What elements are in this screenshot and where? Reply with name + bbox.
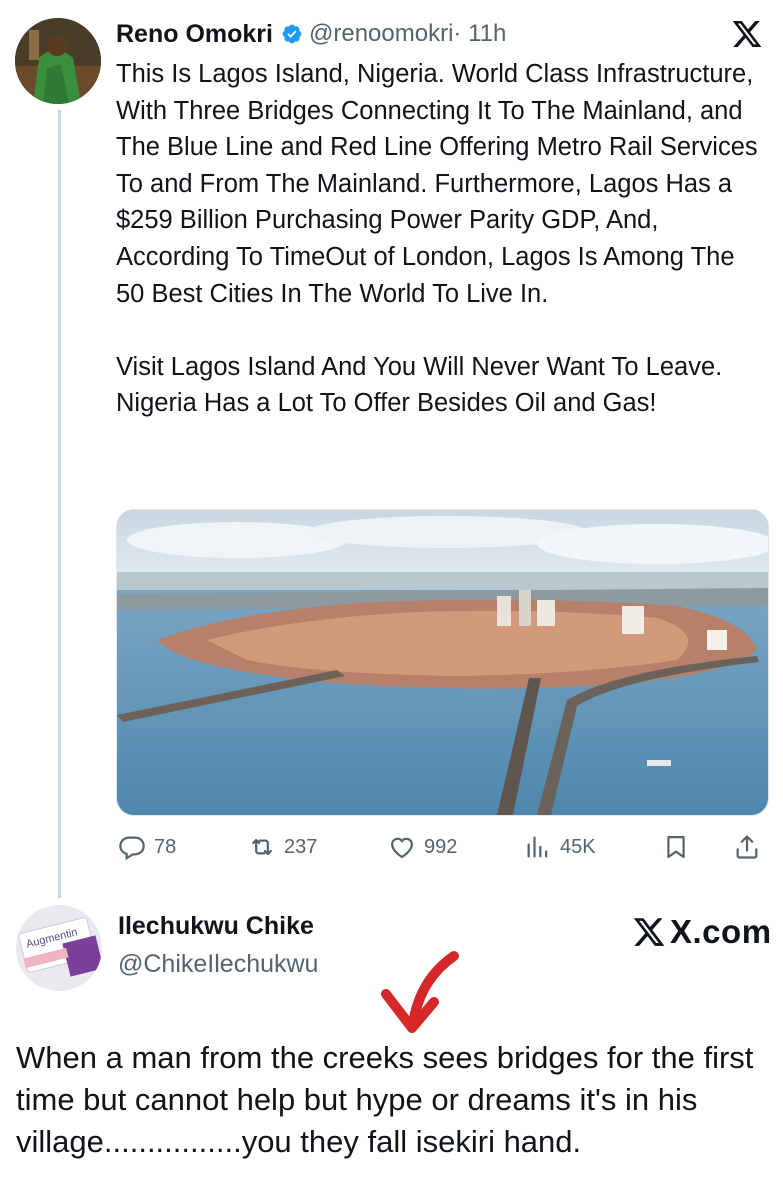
views-icon	[527, 836, 548, 858]
tweet-media[interactable]	[116, 509, 769, 816]
reply-count: 78	[154, 835, 177, 858]
bookmark-icon	[667, 835, 685, 859]
share-button[interactable]	[733, 829, 761, 865]
share-icon	[736, 835, 758, 859]
verified-badge-icon	[282, 24, 302, 44]
bookmark-button[interactable]	[662, 829, 690, 865]
x-logo-icon[interactable]	[731, 18, 763, 50]
like-button[interactable]: 992	[388, 829, 457, 865]
x-logo-icon	[633, 918, 665, 946]
views-button[interactable]: 45K	[524, 829, 596, 865]
red-arrow-icon	[381, 951, 459, 1033]
tweet-time: · 11h	[453, 20, 507, 47]
like-count: 992	[424, 835, 458, 858]
reply-icon	[119, 836, 145, 861]
tweet-text: This Is Lagos Island, Nigeria. World Cla…	[116, 60, 758, 418]
avatar[interactable]	[15, 18, 101, 104]
tweet-header: Reno Omokri @renoomokri · 11h	[116, 14, 506, 54]
thread-line	[58, 110, 61, 898]
post-caption: When a man from the creeks sees bridges …	[16, 1040, 754, 1159]
avatar-photo	[15, 18, 101, 104]
reply-button[interactable]: 78	[118, 829, 176, 865]
x-com-watermark: X.com	[632, 910, 772, 954]
avatar[interactable]: Augmentin	[16, 905, 102, 991]
brand-text: X.com	[670, 913, 772, 950]
repost-count: 237	[284, 835, 318, 858]
repost-icon	[252, 838, 272, 856]
avatar-photo-medicine-box: Augmentin	[16, 905, 102, 991]
author-name[interactable]: Reno Omokri	[116, 20, 273, 49]
heart-icon	[390, 837, 414, 859]
author-handle[interactable]: @renoomokri	[309, 20, 453, 48]
tweet-actions: 78 237 992 45K	[116, 829, 767, 865]
author-name[interactable]: Ilechukwu Chike	[118, 912, 314, 941]
aerial-photo-lagos-island	[117, 510, 768, 815]
views-count: 45K	[560, 835, 596, 858]
author-handle[interactable]: @ChikeIlechukwu	[118, 950, 318, 979]
repost-button[interactable]: 237	[248, 829, 317, 865]
